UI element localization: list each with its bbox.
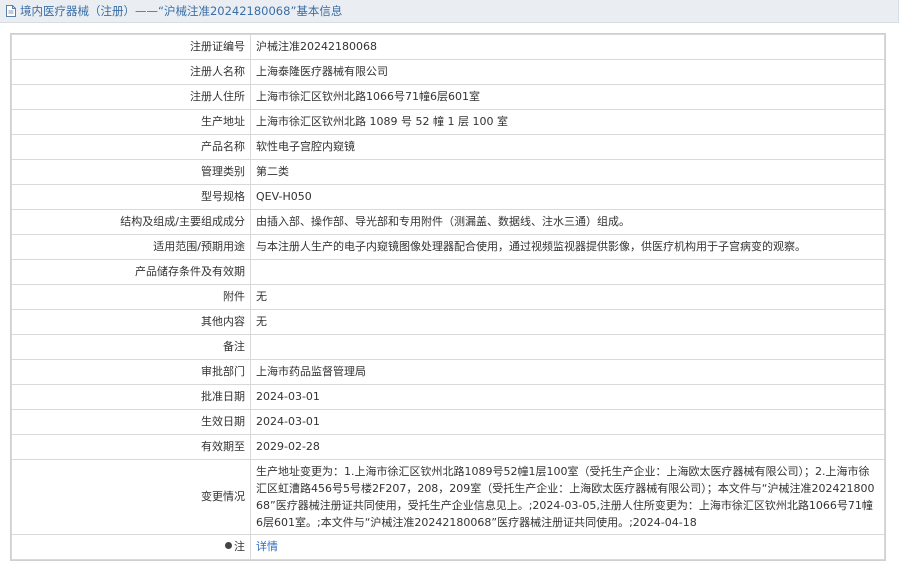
- table-row: 批准日期 2024-03-01: [11, 384, 885, 410]
- table-row: 注册人名称 上海泰隆医疗器械有限公司: [11, 59, 885, 85]
- row-label: 附件: [11, 284, 251, 310]
- row-value: 第二类: [250, 159, 885, 185]
- row-value: 无: [250, 309, 885, 335]
- note-label: 注: [234, 540, 245, 553]
- table-row: 其他内容无: [11, 309, 885, 335]
- info-table-container: 注册证编号 沪械注准20242180068 注册人名称 上海泰隆医疗器械有限公司 注册人…: [10, 33, 886, 561]
- row-value: 2024-03-01: [250, 384, 885, 410]
- table-row: 管理类别 第二类: [11, 159, 885, 185]
- row-value: 上海市药品监督管理局: [250, 359, 885, 385]
- row-value: QEV-H050: [250, 184, 885, 210]
- row-value: 无: [250, 284, 885, 310]
- row-value-note: 详情: [250, 534, 885, 560]
- document-icon: [5, 4, 17, 18]
- page-title: 境内医疗器械（注册）——“沪械注准20242180068”基本信息: [20, 4, 343, 18]
- row-label: 注册人住所: [11, 84, 251, 110]
- row-value: 2024-03-01: [250, 409, 885, 435]
- row-label: 批准日期: [11, 384, 251, 410]
- row-label: 生效日期: [11, 409, 251, 435]
- row-label: 其他内容: [11, 309, 251, 335]
- row-label: 有效期至: [11, 434, 251, 460]
- row-label: 型号规格: [11, 184, 251, 210]
- row-label: 注册人名称: [11, 59, 251, 85]
- row-value: 由插入部、操作部、导光部和专用附件（测漏盖、数据线、注水三通）组成。: [250, 209, 885, 235]
- row-label-note: 注: [11, 534, 251, 560]
- row-value: 上海泰隆医疗器械有限公司: [250, 59, 885, 85]
- table-row: 附件无: [11, 284, 885, 310]
- page-header: 境内医疗器械（注册）——“沪械注准20242180068”基本信息: [0, 0, 899, 23]
- row-label: 产品储存条件及有效期: [11, 259, 251, 285]
- table-row: 生效日期 2024-03-01: [11, 409, 885, 435]
- detail-link[interactable]: 详情: [256, 540, 278, 553]
- row-label: 结构及组成/主要组成成分: [11, 209, 251, 235]
- row-label: 变更情况: [11, 459, 251, 535]
- table-row: 注册人住所 上海市徐汇区钦州北路1066号71幢6层601室: [11, 84, 885, 110]
- table-row: 注册证编号 沪械注准20242180068: [11, 34, 885, 60]
- table-row: 审批部门 上海市药品监督管理局: [11, 359, 885, 385]
- row-label: 适用范围/预期用途: [11, 234, 251, 260]
- row-value: 软性电子宫腔内窥镜: [250, 134, 885, 160]
- row-label: 产品名称: [11, 134, 251, 160]
- change-history-text: 生产地址变更为：1.上海市徐汇区钦州北路1089号52幢1层100室（受托生产企…: [250, 459, 885, 535]
- table-row: 适用范围/预期用途 与本注册人生产的电子内窥镜图像处理器配合使用，通过视频监视器提…: [11, 234, 885, 260]
- row-value: 2029-02-28: [250, 434, 885, 460]
- table-row: 生产地址 上海市徐汇区钦州北路 1089 号 52 幢 1 层 100 室: [11, 109, 885, 135]
- info-table: 注册证编号 沪械注准20242180068 注册人名称 上海泰隆医疗器械有限公司 注册人…: [11, 34, 885, 560]
- row-value: 上海市徐汇区钦州北路1066号71幢6层601室: [250, 84, 885, 110]
- table-row: 产品储存条件及有效期: [11, 259, 885, 285]
- table-row: 型号规格 QEV-H050: [11, 184, 885, 210]
- row-value: 上海市徐汇区钦州北路 1089 号 52 幢 1 层 100 室: [250, 109, 885, 135]
- row-label: 备注: [11, 334, 251, 360]
- row-label: 注册证编号: [11, 34, 251, 60]
- row-value: 与本注册人生产的电子内窥镜图像处理器配合使用，通过视频监视器提供影像，供医疗机构…: [250, 234, 885, 260]
- table-row: 有效期至 2029-02-28: [11, 434, 885, 460]
- table-row: 产品名称 软性电子宫腔内窥镜: [11, 134, 885, 160]
- row-label: 审批部门: [11, 359, 251, 385]
- table-row: 备注: [11, 334, 885, 360]
- pin-icon: [225, 542, 232, 549]
- row-value: [250, 334, 885, 360]
- row-value: [250, 259, 885, 285]
- row-value: 沪械注准20242180068: [250, 34, 885, 60]
- info-table-body: 注册证编号 沪械注准20242180068 注册人名称 上海泰隆医疗器械有限公司 注册人…: [11, 34, 885, 560]
- table-row: 结构及组成/主要组成成分 由插入部、操作部、导光部和专用附件（测漏盖、数据线、注水…: [11, 209, 885, 235]
- row-label: 生产地址: [11, 109, 251, 135]
- table-row-change: 变更情况 生产地址变更为：1.上海市徐汇区钦州北路1089号52幢1层100室（…: [11, 459, 885, 535]
- table-row-note: 注 详情: [11, 534, 885, 560]
- row-label: 管理类别: [11, 159, 251, 185]
